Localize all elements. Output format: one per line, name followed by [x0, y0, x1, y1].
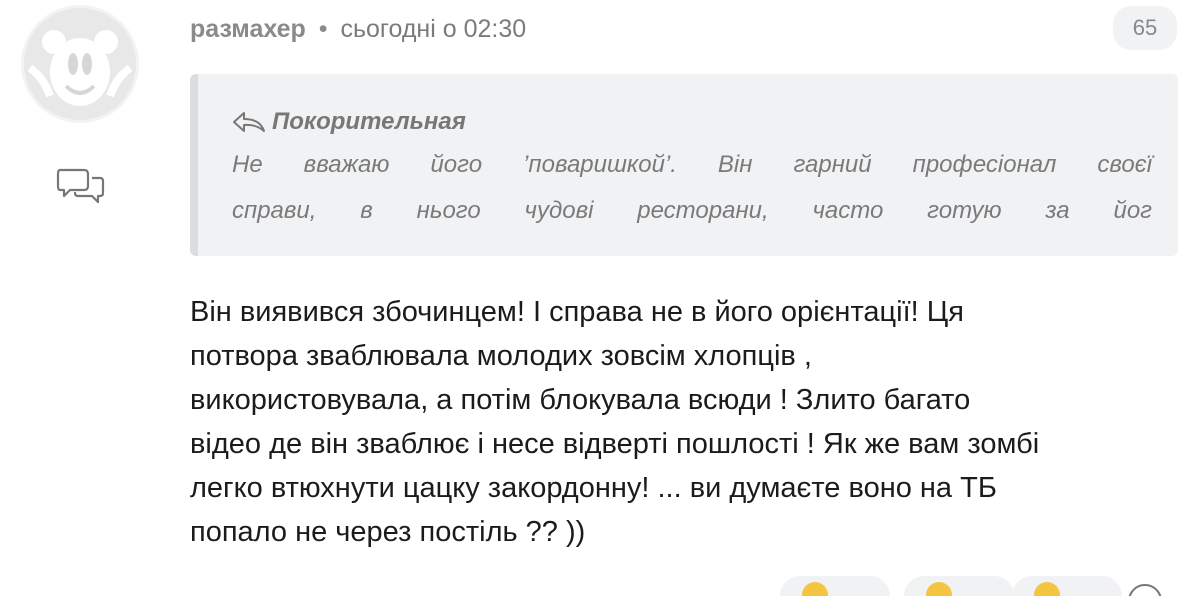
- reaction-button[interactable]: [904, 576, 1014, 596]
- reaction-button[interactable]: [1012, 576, 1122, 596]
- reply-speech-bubbles-icon[interactable]: [56, 164, 106, 206]
- comment-line: Він виявився збочинцем! І справа не в йо…: [190, 296, 964, 328]
- comment-card: размахер • сьогодні о 02:30 65 Покорител…: [0, 0, 1200, 596]
- reaction-emoji-icon: [802, 582, 828, 596]
- comment-meta: размахер • сьогодні о 02:30: [190, 12, 526, 46]
- reaction-emoji-icon: [1034, 582, 1060, 596]
- quote-author[interactable]: Покорительная: [232, 106, 466, 138]
- add-reaction-icon[interactable]: [1128, 584, 1162, 596]
- comment-line: попало не через постіль ?? )): [190, 516, 586, 548]
- author-name[interactable]: размахер: [190, 15, 306, 43]
- comment-timestamp: сьогодні о 02:30: [340, 15, 527, 43]
- default-avatar-icon[interactable]: [24, 8, 136, 120]
- quote-text: Не вважаю його ’поваришкой’. Він гарний …: [232, 142, 1152, 234]
- quote-author-name: Покорительная: [272, 108, 466, 135]
- comment-line: легко втюхнути цацку закордонну! ... ви …: [190, 472, 997, 504]
- comment-body: Він виявився збочинцем! І справа не в йо…: [190, 290, 1180, 554]
- vote-count-badge[interactable]: 65: [1113, 6, 1177, 50]
- reaction-emoji-icon: [926, 582, 952, 596]
- quote-line: Не вважаю його ’поваришкой’. Він гарний …: [232, 151, 1152, 178]
- comment-line: відео де він зваблює і несе відверті пош…: [190, 428, 1040, 460]
- quote-line: справи, в нього чудові ресторани, часто …: [232, 197, 1152, 224]
- reply-arrow-icon: [233, 112, 265, 132]
- quoted-comment: Покорительная Не вважаю його ’поваришкой…: [190, 74, 1178, 256]
- reaction-button[interactable]: [780, 576, 890, 596]
- comment-line: використовувала, а потім блокувала всюди…: [190, 384, 971, 416]
- meta-separator: •: [318, 15, 328, 43]
- comment-line: потвора зваблювала молодих зовсім хлопці…: [190, 340, 812, 372]
